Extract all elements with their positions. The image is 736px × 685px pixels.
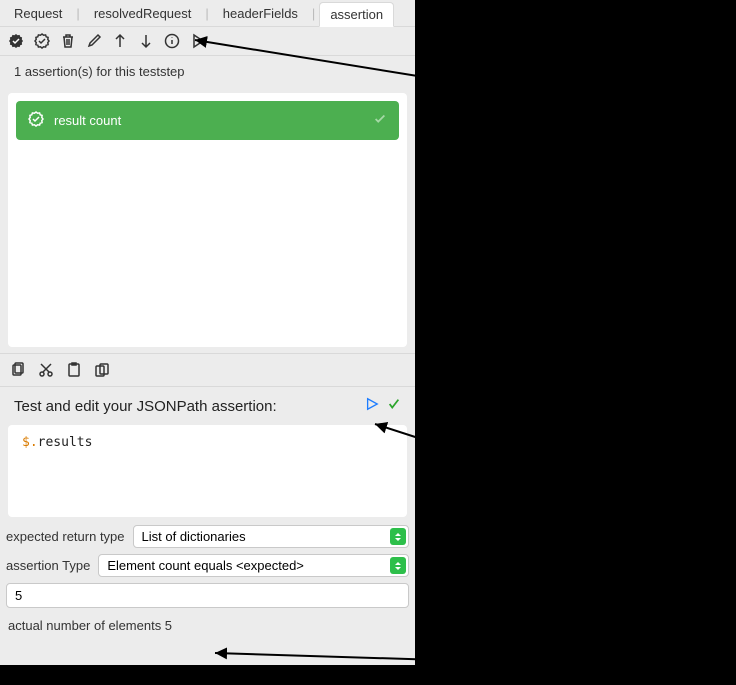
assertion-count-text: 1 assertion(s) for this teststep <box>0 56 415 87</box>
tab-resolved-request[interactable]: resolvedRequest <box>84 2 202 26</box>
arrow-up-icon[interactable] <box>112 33 128 49</box>
jsonpath-ok-icon <box>387 397 401 415</box>
duplicate-icon[interactable] <box>94 362 110 378</box>
assertion-form: expected return type List of dictionarie… <box>0 517 415 647</box>
run-jsonpath-icon[interactable] <box>365 397 379 415</box>
expected-value-input[interactable] <box>6 583 409 608</box>
actual-result-text: actual number of elements 5 <box>6 614 409 643</box>
expected-return-type-label: expected return type <box>6 529 125 544</box>
tab-header-fields[interactable]: headerFields <box>213 2 308 26</box>
tab-request[interactable]: Request <box>4 2 72 26</box>
assertion-list: result count <box>8 93 407 347</box>
jsonpath-expression-input[interactable]: $.results <box>8 425 407 517</box>
tab-separator: | <box>203 2 210 26</box>
assertion-panel: Request | resolvedRequest | headerFields… <box>0 0 415 665</box>
badge-filled-icon[interactable] <box>8 33 24 49</box>
assertion-pass-icon <box>28 111 44 130</box>
select-arrows-icon <box>390 528 406 545</box>
jsonpath-header-label: Test and edit your JSONPath assertion: <box>14 398 277 415</box>
view-tabs: Request | resolvedRequest | headerFields… <box>0 0 415 27</box>
trash-icon[interactable] <box>60 33 76 49</box>
expected-return-type-value: List of dictionaries <box>142 529 246 544</box>
assertion-type-select[interactable]: Element count equals <expected> <box>98 554 409 577</box>
expected-return-type-select[interactable]: List of dictionaries <box>133 525 409 548</box>
play-icon[interactable] <box>190 33 206 49</box>
assertion-type-value: Element count equals <expected> <box>107 558 304 573</box>
info-icon[interactable] <box>164 33 180 49</box>
arrow-down-icon[interactable] <box>138 33 154 49</box>
tab-separator: | <box>74 2 81 26</box>
jsonpath-editor-header: Test and edit your JSONPath assertion: <box>0 387 415 425</box>
jsonpath-rest: results <box>38 435 93 450</box>
cut-icon[interactable] <box>38 362 54 378</box>
badge-outline-icon[interactable] <box>34 33 50 49</box>
select-arrows-icon <box>390 557 406 574</box>
tab-separator: | <box>310 2 317 26</box>
assertion-item-label: result count <box>54 113 121 128</box>
assertion-type-label: assertion Type <box>6 558 90 573</box>
edit-icon[interactable] <box>86 33 102 49</box>
tab-assertion[interactable]: assertion <box>319 2 394 27</box>
paste-icon[interactable] <box>66 362 82 378</box>
assertion-item[interactable]: result count <box>16 101 399 140</box>
edit-toolbar <box>0 353 415 387</box>
jsonpath-prefix: $. <box>22 435 38 450</box>
check-icon <box>373 112 387 129</box>
assertion-toolbar <box>0 27 415 56</box>
copy-icon[interactable] <box>10 362 26 378</box>
